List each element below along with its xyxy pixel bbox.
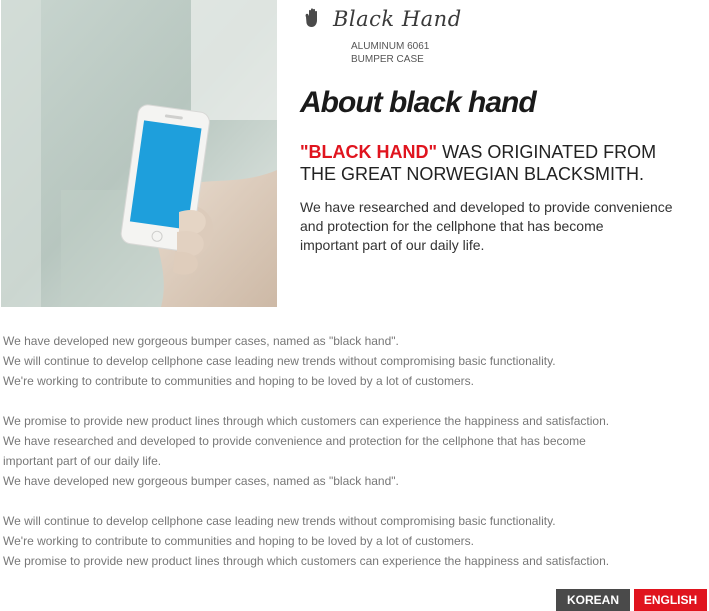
headline-line-2: THE GREAT NORWEGIAN BLACKSMITH.	[300, 164, 645, 184]
body-line: We're working to contribute to communiti…	[3, 374, 474, 388]
product-label: ALUMINUM 6061 BUMPER CASE	[351, 40, 429, 66]
headline-line-1-rest: WAS ORIGINATED FROM	[437, 142, 657, 162]
body-line: We will continue to develop cellphone ca…	[3, 354, 556, 368]
body-paragraph-3: We will continue to develop cellphone ca…	[3, 511, 703, 571]
body-line: We will continue to develop cellphone ca…	[3, 514, 556, 528]
body-line: We're working to contribute to communiti…	[3, 534, 474, 548]
page-title: About black hand	[300, 86, 537, 119]
brand-name: Black Hand	[333, 7, 462, 31]
headline-line-1: "BLACK HAND" WAS ORIGINATED FROM	[300, 141, 656, 163]
english-language-button[interactable]: ENGLISH	[634, 589, 707, 611]
body-text: We have developed new gorgeous bumper ca…	[3, 331, 703, 591]
headline: "BLACK HAND" WAS ORIGINATED FROM THE GRE…	[300, 141, 656, 185]
body-paragraph-1: We have developed new gorgeous bumper ca…	[3, 331, 703, 391]
body-line: We promise to provide new product lines …	[3, 554, 610, 568]
hand-holding-smartphone-illustration	[1, 0, 277, 307]
hand-icon	[305, 8, 317, 27]
intro-line: and protection for the cellphone that ha…	[300, 218, 604, 234]
body-paragraph-2: We promise to provide new product lines …	[3, 411, 703, 491]
body-line: We have developed new gorgeous bumper ca…	[3, 334, 399, 348]
brand-header: Black Hand ALUMINUM 6061 BUMPER CASE	[301, 6, 531, 66]
body-line: We promise to provide new product lines …	[3, 414, 610, 428]
intro-line: We have researched and developed to prov…	[300, 199, 673, 215]
language-switcher: KOREAN ENGLISH	[556, 589, 707, 611]
intro-text: We have researched and developed to prov…	[300, 198, 705, 255]
product-line-type: BUMPER CASE	[351, 54, 424, 65]
korean-language-button[interactable]: KOREAN	[556, 589, 630, 611]
intro-line: important part of our daily life.	[300, 237, 485, 253]
headline-brand-accent: "BLACK HAND"	[300, 142, 438, 162]
body-line: We have researched and developed to prov…	[3, 434, 586, 448]
product-line-material: ALUMINUM 6061	[351, 41, 430, 52]
hero-photo	[1, 0, 277, 307]
body-line: We have developed new gorgeous bumper ca…	[3, 474, 399, 488]
body-line: important part of our daily life.	[3, 454, 162, 468]
